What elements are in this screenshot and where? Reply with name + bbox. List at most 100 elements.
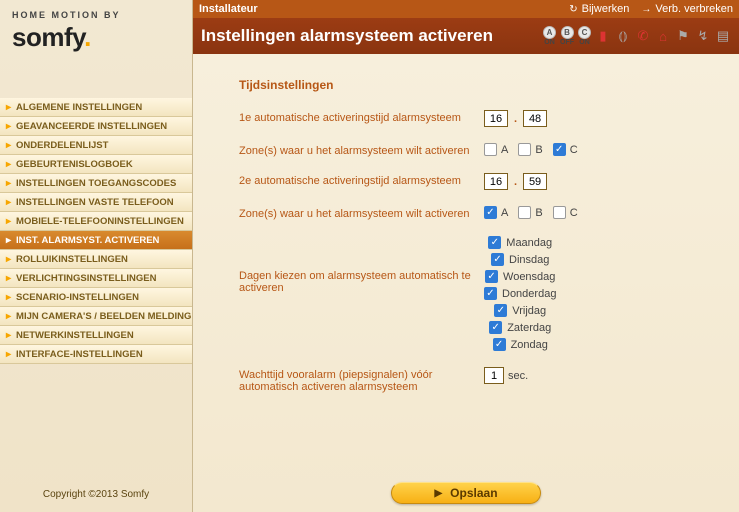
sidebar-item-11[interactable]: ▸ MIJN CAMERA'S / BEELDEN MELDING <box>0 307 192 326</box>
day-row-vrijdag: ✓Vrijdag <box>494 304 552 317</box>
sidebar-item-label: NETWERKINSTELLINGEN <box>16 330 134 341</box>
zones1-checkbox-b[interactable] <box>518 143 531 156</box>
label-days: Dagen kiezen om alarmsysteem automatisch… <box>239 236 484 294</box>
day-checkbox-dinsdag[interactable]: ✓ <box>491 253 504 266</box>
day-label-woensdag: Woensdag <box>503 271 555 283</box>
sidebar-item-label: MIJN CAMERA'S / BEELDEN MELDING <box>16 311 191 322</box>
day-row-donderdag: ✓ Donderdag <box>484 287 562 300</box>
sidebar-item-9[interactable]: ▸VERLICHTINGSINSTELLINGEN <box>0 269 192 288</box>
day-checkbox-woensdag[interactable]: ✓ <box>485 270 498 283</box>
sidebar-nav: ▸ ALGEMENE INSTELLINGEN ▸GEAVANCEERDE INST… <box>0 98 192 364</box>
topbar: Installateur ↻ Bijwerken → Verb. verbrek… <box>193 0 739 18</box>
mode-a[interactable]: A ON <box>543 26 556 46</box>
sidebar-item-7[interactable]: ▸INST. ALARMSYST. ACTIVEREN <box>0 231 192 250</box>
zones2-checkbox-c[interactable] <box>553 206 566 219</box>
phone-icon: ✆ <box>635 28 651 44</box>
sidebar-item-label: ALGEMENE INSTELLINGEN <box>16 102 142 113</box>
section-title: Tijdsinstellingen <box>239 78 711 92</box>
label-time1: 1e automatische activeringstijd alarmsys… <box>239 110 484 124</box>
sidebar-item-5[interactable]: ▸INSTELLINGEN VASTE TELEFOON <box>0 193 192 212</box>
day-label-donderdag: Donderdag <box>502 288 556 300</box>
chevron-right-icon: ▸ <box>6 330 11 341</box>
battery-icon: ▮ <box>595 28 611 44</box>
day-row-zondag: ✓ Zondag <box>493 338 554 351</box>
wifi-icon: ⦅⦆ <box>615 28 631 44</box>
time2-min-input[interactable] <box>523 173 547 190</box>
day-checkbox-vrijdag[interactable]: ✓ <box>494 304 507 317</box>
chevron-right-icon: ▸ <box>6 178 11 189</box>
zones1-label-b: B <box>535 144 542 156</box>
chevron-right-icon: ▸ <box>6 102 11 113</box>
label-zones1: Zone(s) waar u het alarmsysteem wilt act… <box>239 143 484 157</box>
day-checkbox-zondag[interactable]: ✓ <box>493 338 506 351</box>
sidebar-item-label: MOBIELE-TELEFOONINSTELLINGEN <box>16 216 184 227</box>
save-wrap: ▶ Opslaan <box>193 482 739 504</box>
page-title: Instellingen alarmsysteem activeren <box>201 26 543 46</box>
row-time2: 2e automatische activeringstijd alarmsys… <box>239 173 711 190</box>
sidebar-item-label: ROLLUIKINSTELLINGEN <box>16 254 128 265</box>
disconnect-link[interactable]: → Verb. verbreken <box>641 3 733 15</box>
zones2-checkbox-a[interactable]: ✓ <box>484 206 497 219</box>
brand: HOME MOTION BY somfy. <box>0 0 192 78</box>
zones1-checkbox-a[interactable] <box>484 143 497 156</box>
zones1-label-c: C <box>570 144 578 156</box>
time-sep: . <box>512 113 519 125</box>
sidebar-item-3[interactable]: ▸GEBEURTENISLOGBOEK <box>0 155 192 174</box>
time1-hour-input[interactable] <box>484 110 508 127</box>
mode-c[interactable]: C ON <box>578 26 591 46</box>
sidebar-item-13[interactable]: ▸ INTERFACE-INSTELLINGEN <box>0 345 192 364</box>
prealarm-input[interactable] <box>484 367 504 384</box>
mode-b[interactable]: B OFF <box>560 26 574 46</box>
day-label-maandag: Maandag <box>506 237 552 249</box>
day-checkbox-maandag[interactable]: ✓ <box>488 236 501 249</box>
sidebar-item-label: INST. ALARMSYST. ACTIVEREN <box>16 235 159 246</box>
sidebar-item-10[interactable]: ▸SCENARIO-INSTELLINGEN <box>0 288 192 307</box>
sidebar-item-4[interactable]: ▸INSTELLINGEN TOEGANGSCODES <box>0 174 192 193</box>
chevron-right-icon: ▸ <box>6 216 11 227</box>
sidebar: HOME MOTION BY somfy. ▸ ALGEMENE INSTELLI… <box>0 0 193 512</box>
day-row-maandag: ✓ Maandag <box>488 236 558 249</box>
day-checkbox-zaterdag[interactable]: ✓ <box>489 321 502 334</box>
chevron-right-icon: ▸ <box>6 349 11 360</box>
sidebar-item-label: ONDERDELENLIJST <box>16 140 108 151</box>
time1-min-input[interactable] <box>523 110 547 127</box>
flag-icon: ⚑ <box>675 28 691 44</box>
time-sep: . <box>512 176 519 188</box>
chevron-right-icon: ▸ <box>6 140 11 151</box>
day-label-dinsdag: Dinsdag <box>509 254 549 266</box>
sidebar-item-label: INTERFACE-INSTELLINGEN <box>16 349 143 360</box>
brand-tagline: HOME MOTION BY <box>12 10 180 20</box>
sidebar-item-0[interactable]: ▸ ALGEMENE INSTELLINGEN <box>0 98 192 117</box>
play-icon: ▶ <box>434 488 442 499</box>
save-button[interactable]: ▶ Opslaan <box>391 482 541 504</box>
sidebar-item-1[interactable]: ▸GEAVANCEERDE INSTELLINGEN <box>0 117 192 136</box>
row-prealarm: Wachttijd vooralarm (piepsignalen) vóór … <box>239 367 711 393</box>
sidebar-item-2[interactable]: ▸ ONDERDELENLIJST <box>0 136 192 155</box>
chevron-right-icon: ▸ <box>6 311 11 322</box>
zones2-label-a: A <box>501 207 508 219</box>
sidebar-item-label: INSTELLINGEN VASTE TELEFOON <box>16 197 174 208</box>
zones1-group: AB✓C <box>484 143 584 156</box>
banner: Instellingen alarmsysteem activeren A ON… <box>193 18 739 54</box>
sidebar-item-12[interactable]: ▸ NETWERKINSTELLINGEN <box>0 326 192 345</box>
time2-hour-input[interactable] <box>484 173 508 190</box>
sidebar-item-label: GEBEURTENISLOGBOEK <box>16 159 133 170</box>
row-zones1: Zone(s) waar u het alarmsysteem wilt act… <box>239 143 711 157</box>
sidebar-item-6[interactable]: ▸ MOBIELE-TELEFOONINSTELLINGEN <box>0 212 192 231</box>
row-time1: 1e automatische activeringstijd alarmsys… <box>239 110 711 127</box>
day-label-zondag: Zondag <box>511 339 548 351</box>
day-label-zaterdag: Zaterdag <box>507 322 551 334</box>
topbar-title: Installateur <box>199 3 557 15</box>
sidebar-item-8[interactable]: ▸ROLLUIKINSTELLINGEN <box>0 250 192 269</box>
zones1-checkbox-c[interactable]: ✓ <box>553 143 566 156</box>
refresh-link[interactable]: ↻ Bijwerken <box>569 3 629 15</box>
day-checkbox-donderdag[interactable]: ✓ <box>484 287 497 300</box>
label-time2: 2e automatische activeringstijd alarmsys… <box>239 173 484 187</box>
day-row-zaterdag: ✓ Zaterdag <box>489 321 557 334</box>
row-days: Dagen kiezen om alarmsysteem automatisch… <box>239 236 711 351</box>
zones2-label-c: C <box>570 207 578 219</box>
days-group: ✓Maandag✓Dinsdag✓Woensdag✓Donderdag✓Vrij… <box>484 236 562 351</box>
label-prealarm: Wachttijd vooralarm (piepsignalen) vóór … <box>239 367 484 393</box>
zones2-checkbox-b[interactable] <box>518 206 531 219</box>
chevron-right-icon: ▸ <box>6 273 11 284</box>
